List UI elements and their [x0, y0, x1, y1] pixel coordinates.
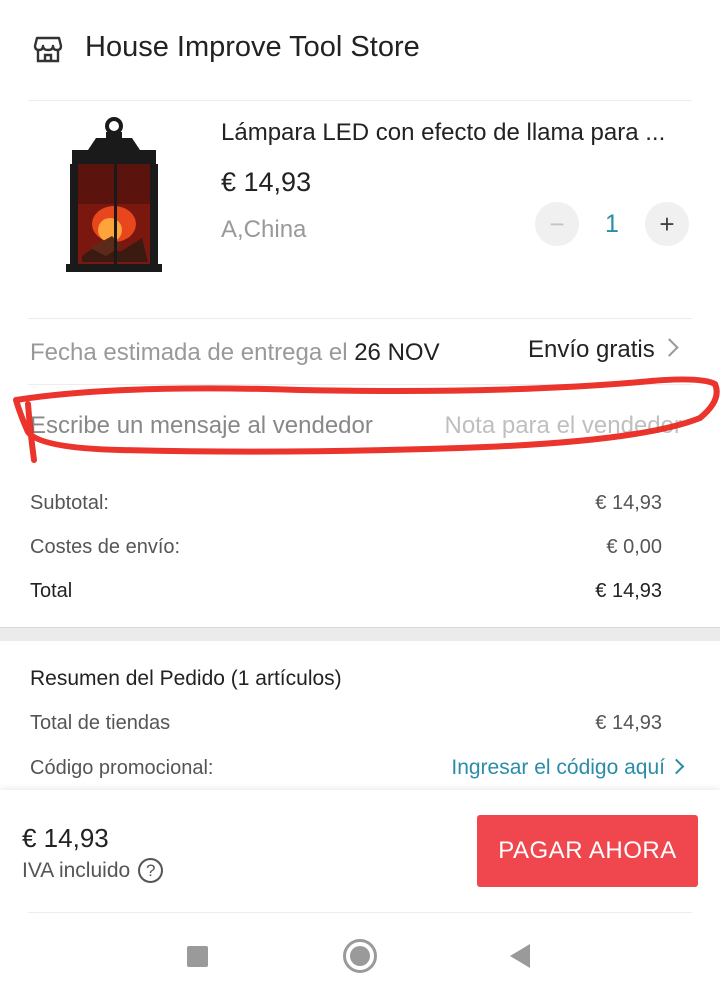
home-dot: [350, 946, 370, 966]
quantity-increase-button[interactable]: +: [645, 202, 689, 246]
section-separator: [0, 627, 720, 641]
delivery-date: 26 NOV: [354, 339, 440, 366]
shipping-label: Envío gratis: [528, 336, 655, 363]
shipping-cost-value: € 0,00: [606, 536, 662, 558]
home-icon[interactable]: [343, 939, 377, 973]
delivery-label: Fecha estimada de entrega el: [30, 339, 348, 366]
total-value: € 14,93: [595, 580, 662, 602]
delivery-estimate: Fecha estimada de entrega el 26 NOV: [30, 339, 440, 367]
store-header[interactable]: House Improve Tool Store: [0, 0, 720, 100]
plus-icon: +: [659, 208, 675, 239]
total-label: Total: [30, 580, 73, 602]
minus-icon: −: [549, 208, 565, 239]
product-variant[interactable]: A,China: [221, 216, 306, 244]
promo-code-link-label: Ingresar el código aquí: [451, 756, 665, 779]
shipping-cost-label: Costes de envío:: [30, 536, 181, 558]
divider: [28, 100, 692, 101]
chevron-right-icon: [660, 338, 679, 357]
store-icon: [33, 36, 63, 63]
divider: [28, 912, 692, 913]
back-icon[interactable]: [510, 944, 530, 968]
quantity-value: 1: [605, 210, 619, 238]
promo-code-label: Código promocional:: [30, 757, 214, 779]
divider: [28, 384, 692, 385]
help-icon[interactable]: ?: [138, 858, 164, 883]
divider: [28, 318, 692, 319]
system-nav-bar: [0, 915, 720, 999]
stores-total-value: € 14,93: [595, 712, 662, 734]
chevron-right-icon: [668, 758, 685, 775]
shipping-option[interactable]: Envío gratis: [528, 336, 679, 364]
seller-note-input[interactable]: [420, 406, 690, 446]
product-title[interactable]: Lámpara LED con efecto de llama para ...: [221, 119, 696, 147]
vat-info: IVA incluido ?: [22, 858, 164, 883]
checkout-price: € 14,93: [22, 823, 109, 853]
subtotal-label: Subtotal:: [30, 492, 109, 514]
store-name: House Improve Tool Store: [85, 31, 420, 63]
quantity-decrease-button[interactable]: −: [535, 202, 579, 246]
pay-now-button[interactable]: PAGAR AHORA: [477, 815, 698, 887]
subtotal-value: € 14,93: [595, 492, 662, 514]
vat-label: IVA incluido: [22, 858, 131, 882]
product-image[interactable]: [62, 116, 182, 274]
product-price: € 14,93: [221, 167, 312, 197]
promo-code-link[interactable]: Ingresar el código aquí: [451, 756, 685, 780]
stores-total-label: Total de tiendas: [30, 712, 171, 734]
message-label: Escribe un mensaje al vendedor: [30, 412, 373, 439]
recent-apps-icon[interactable]: [187, 946, 208, 967]
order-summary-title: Resumen del Pedido (1 artículos): [30, 667, 342, 690]
